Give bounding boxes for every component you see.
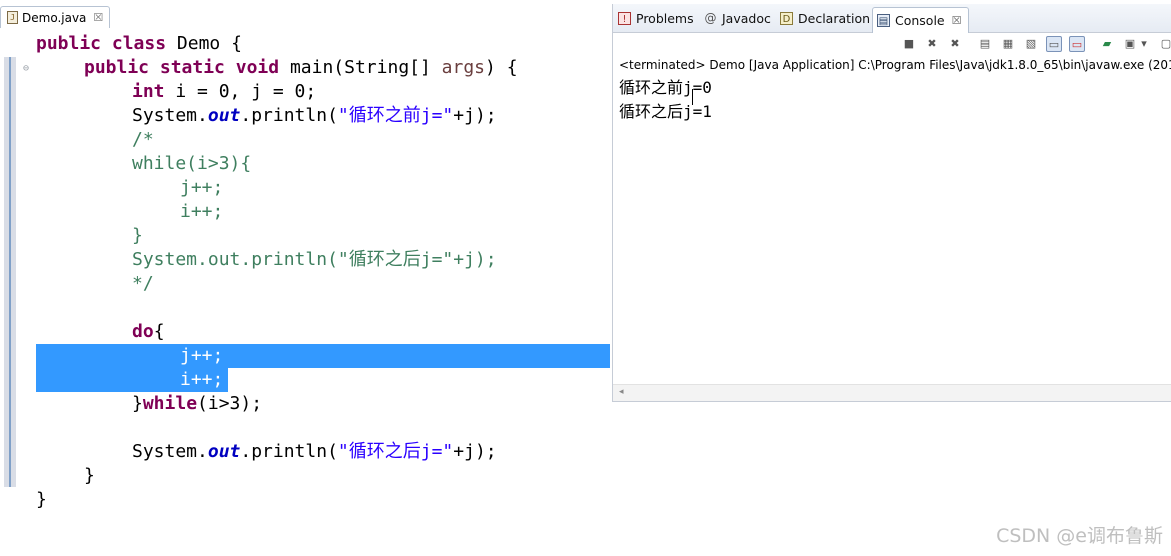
remove-launch-icon[interactable]: ✖ <box>924 36 940 52</box>
tab-declaration[interactable]: D Declaration <box>780 6 870 30</box>
editor-tab-label: Demo.java <box>22 10 87 25</box>
change-marker-ruler <box>4 57 16 487</box>
scroll-left-icon[interactable]: ◂ <box>619 387 624 397</box>
javadoc-icon: @ <box>704 10 717 25</box>
code-line: } <box>36 489 47 510</box>
tab-javadoc[interactable]: @ Javadoc <box>704 6 771 30</box>
terminate-icon[interactable]: ■ <box>901 36 917 52</box>
text-cursor <box>692 89 693 105</box>
java-file-icon: J <box>7 11 18 24</box>
declaration-icon: D <box>780 11 793 25</box>
close-icon[interactable]: ☒ <box>93 11 103 24</box>
console-toolbar: ■ ✖ ✖ ▤ ▦ ▧ ▭ ▭ ▰ ▣ ▾ ▢ <box>613 33 1171 57</box>
tab-console[interactable]: ▤ Console ☒ <box>872 7 969 33</box>
fold-collapse-icon[interactable]: ⊖ <box>23 63 29 74</box>
clear-console-icon[interactable]: ▧ <box>1023 36 1039 52</box>
console-icon: ▤ <box>877 14 890 27</box>
open-console-icon[interactable]: ▢ <box>1158 36 1171 52</box>
console-view: ! Problems @ Javadoc D Declaration ▤ Con… <box>612 4 1171 402</box>
tab-label: Javadoc <box>722 10 771 26</box>
code-line: System.out.println("循环之后j="+j); <box>132 441 497 462</box>
code-line: } <box>84 465 95 486</box>
tab-label: Console <box>895 13 945 28</box>
console-output[interactable]: 循环之前j=0 循环之后j=1 <box>619 76 712 124</box>
console-output-line: 循环之后j=1 <box>619 102 712 121</box>
chevron-down-icon[interactable]: ▾ <box>1139 36 1149 52</box>
editor-tab-demo-java[interactable]: J Demo.java ☒ <box>0 6 110 28</box>
show-on-stdout-icon[interactable]: ▭ <box>1046 36 1062 52</box>
tab-label: Declaration <box>798 10 871 26</box>
close-icon[interactable]: ☒ <box>952 14 962 27</box>
remove-all-terminated-icon[interactable]: ✖ <box>947 36 963 52</box>
editor-tab-bar: J Demo.java ☒ <box>0 0 610 30</box>
problems-icon: ! <box>618 11 631 25</box>
code-editor[interactable]: J Demo.java ☒ ⊖ public class Demo { publ… <box>0 0 610 556</box>
tab-label: Problems <box>636 10 694 26</box>
scroll-lock-icon[interactable]: ▤ <box>977 36 993 52</box>
view-tab-bar: ! Problems @ Javadoc D Declaration ▤ Con… <box>613 4 1171 33</box>
horizontal-scrollbar[interactable]: ◂ <box>613 384 1171 401</box>
pin-console-icon[interactable]: ▰ <box>1099 36 1115 52</box>
display-console-icon[interactable]: ▣ <box>1122 36 1138 52</box>
word-wrap-icon[interactable]: ▦ <box>1000 36 1016 52</box>
code-line: public static void main(String[] args) { <box>84 57 518 78</box>
show-on-stderr-icon[interactable]: ▭ <box>1069 36 1085 52</box>
code-line: public class Demo { <box>36 33 242 54</box>
watermark: CSDN @e调布鲁斯 <box>996 525 1163 547</box>
console-status-text: <terminated> Demo [Java Application] C:\… <box>619 58 1171 72</box>
console-output-line: 循环之前j=0 <box>619 78 712 97</box>
tab-problems[interactable]: ! Problems <box>618 6 694 30</box>
